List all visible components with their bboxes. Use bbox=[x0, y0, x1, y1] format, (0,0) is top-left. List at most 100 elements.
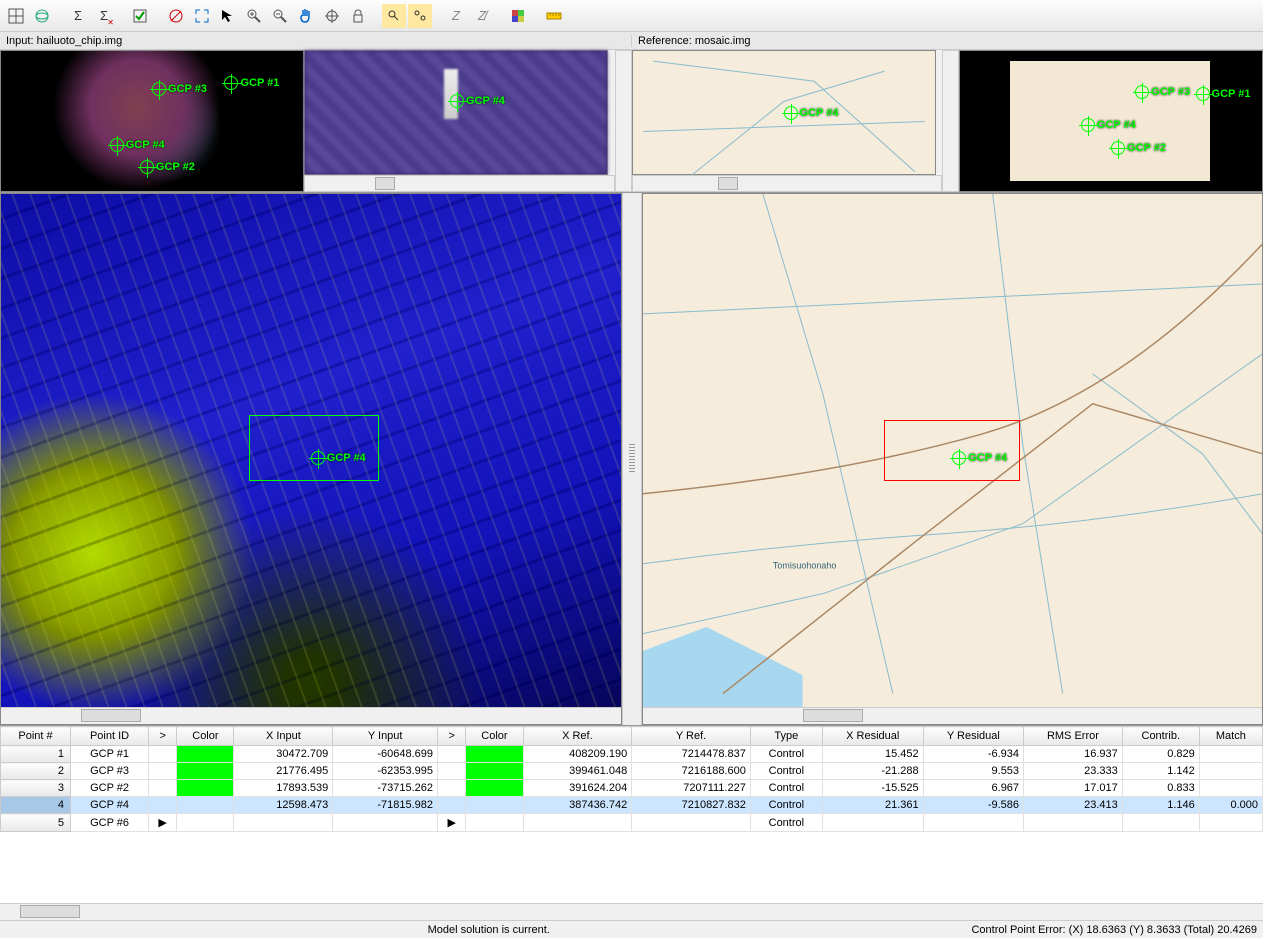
cell[interactable]: 0.000 bbox=[1199, 797, 1262, 814]
cell[interactable] bbox=[438, 797, 466, 814]
gcp-marker[interactable]: GCP #4 bbox=[450, 94, 505, 108]
input-zoom-view[interactable]: GCP #4 bbox=[304, 50, 608, 175]
cell[interactable]: Control bbox=[750, 797, 822, 814]
cell[interactable]: 2 bbox=[1, 763, 71, 780]
gcp-marker[interactable]: GCP #1 bbox=[224, 76, 279, 90]
scrollbar[interactable] bbox=[643, 707, 1263, 724]
color-cell[interactable] bbox=[466, 746, 523, 763]
cell[interactable]: 7216188.600 bbox=[632, 763, 751, 780]
cell[interactable]: Control bbox=[750, 763, 822, 780]
cell[interactable]: 1 bbox=[1, 746, 71, 763]
gcp-table[interactable]: Point #Point ID>ColorX InputY Input>Colo… bbox=[0, 726, 1263, 832]
cell[interactable]: 9.553 bbox=[923, 763, 1023, 780]
column-header[interactable]: Y Ref. bbox=[632, 727, 751, 746]
cell[interactable]: 5 bbox=[1, 814, 71, 832]
cell[interactable]: 399461.048 bbox=[523, 763, 632, 780]
tool-sigma-error-icon[interactable]: Σ✕ bbox=[92, 4, 116, 28]
input-overview[interactable]: GCP #1 GCP #3 GCP #4 GCP #2 bbox=[0, 50, 304, 192]
table-row[interactable]: 1GCP #130472.709-60648.699408209.1907214… bbox=[1, 746, 1263, 763]
cell[interactable]: 0.829 bbox=[1122, 746, 1199, 763]
column-header[interactable]: X Ref. bbox=[523, 727, 632, 746]
cell[interactable]: 1.146 bbox=[1122, 797, 1199, 814]
cell[interactable]: ▶ bbox=[438, 814, 466, 832]
column-header[interactable]: Point ID bbox=[71, 727, 149, 746]
color-cell[interactable] bbox=[177, 814, 234, 832]
cell[interactable]: 23.413 bbox=[1024, 797, 1123, 814]
cell[interactable]: 21.361 bbox=[822, 797, 923, 814]
tool-findall-icon[interactable] bbox=[408, 4, 432, 28]
cell[interactable]: 17893.539 bbox=[234, 780, 333, 797]
cell[interactable]: GCP #3 bbox=[71, 763, 149, 780]
column-header[interactable]: Color bbox=[466, 727, 523, 746]
table-row[interactable]: 3GCP #217893.539-73715.262391624.2047207… bbox=[1, 780, 1263, 797]
color-cell[interactable] bbox=[466, 814, 523, 832]
reference-main-view[interactable]: Tomisuohonaho GCP #4 bbox=[642, 193, 1263, 725]
color-cell[interactable] bbox=[466, 763, 523, 780]
cell[interactable] bbox=[234, 814, 333, 832]
column-header[interactable]: Point # bbox=[1, 727, 71, 746]
column-header[interactable]: X Residual bbox=[822, 727, 923, 746]
gcp-marker[interactable]: GCP #4 bbox=[311, 451, 366, 465]
tool-target-icon[interactable] bbox=[320, 4, 344, 28]
column-header[interactable]: Contrib. bbox=[1122, 727, 1199, 746]
column-header[interactable]: Y Residual bbox=[923, 727, 1023, 746]
scrollbar[interactable] bbox=[0, 903, 1263, 920]
reference-overview[interactable]: GCP #1GCP #3GCP #4GCP #2 bbox=[959, 50, 1263, 192]
tool-zoomin-icon[interactable] bbox=[242, 4, 266, 28]
color-cell[interactable] bbox=[466, 797, 523, 814]
column-header[interactable]: Type bbox=[750, 727, 822, 746]
cell[interactable]: 15.452 bbox=[822, 746, 923, 763]
cell[interactable] bbox=[632, 814, 751, 832]
column-header[interactable]: X Input bbox=[234, 727, 333, 746]
tool-swatch-icon[interactable] bbox=[506, 4, 530, 28]
cell[interactable] bbox=[149, 797, 177, 814]
column-header[interactable]: Color bbox=[177, 727, 234, 746]
cell[interactable]: 391624.204 bbox=[523, 780, 632, 797]
table-row[interactable]: 5GCP #6▶▶Control bbox=[1, 814, 1263, 832]
reference-zoom-view[interactable]: GCP #4 bbox=[632, 50, 936, 175]
gcp-marker[interactable]: GCP #2 bbox=[140, 160, 195, 174]
cell[interactable]: Control bbox=[750, 780, 822, 797]
tool-zoomout-icon[interactable] bbox=[268, 4, 292, 28]
cell[interactable]: -6.934 bbox=[923, 746, 1023, 763]
cell[interactable] bbox=[1122, 814, 1199, 832]
cell[interactable]: ▶ bbox=[149, 814, 177, 832]
cell[interactable]: GCP #2 bbox=[71, 780, 149, 797]
cell[interactable]: 387436.742 bbox=[523, 797, 632, 814]
cell[interactable]: -71815.982 bbox=[333, 797, 438, 814]
splitter[interactable] bbox=[622, 193, 642, 725]
gcp-marker[interactable]: GCP #3 bbox=[152, 82, 207, 96]
cell[interactable]: 17.017 bbox=[1024, 780, 1123, 797]
cell[interactable]: 16.937 bbox=[1024, 746, 1123, 763]
tool-sigma-icon[interactable]: Σ bbox=[66, 4, 90, 28]
cell[interactable]: Control bbox=[750, 746, 822, 763]
cell[interactable]: -15.525 bbox=[822, 780, 923, 797]
cell[interactable]: 23.333 bbox=[1024, 763, 1123, 780]
color-cell[interactable] bbox=[177, 780, 234, 797]
cell[interactable] bbox=[438, 746, 466, 763]
cell[interactable]: 21776.495 bbox=[234, 763, 333, 780]
gcp-marker[interactable]: GCP #4 bbox=[110, 138, 165, 152]
color-cell[interactable] bbox=[177, 763, 234, 780]
tool-lock-icon[interactable] bbox=[346, 4, 370, 28]
tool-pan-icon[interactable] bbox=[294, 4, 318, 28]
gcp-marker[interactable]: GCP #1 bbox=[1196, 87, 1251, 101]
column-header[interactable]: Y Input bbox=[333, 727, 438, 746]
scrollbar[interactable] bbox=[304, 175, 615, 192]
color-cell[interactable] bbox=[177, 746, 234, 763]
input-main-view[interactable]: GCP #4 bbox=[0, 193, 622, 725]
cell[interactable] bbox=[438, 763, 466, 780]
cell[interactable]: -9.586 bbox=[923, 797, 1023, 814]
cell[interactable]: 1.142 bbox=[1122, 763, 1199, 780]
cell[interactable] bbox=[149, 746, 177, 763]
column-header[interactable]: RMS Error bbox=[1024, 727, 1123, 746]
scrollbar[interactable] bbox=[942, 50, 959, 192]
table-row[interactable]: 4GCP #412598.473-71815.982387436.7427210… bbox=[1, 797, 1263, 814]
cell[interactable] bbox=[1199, 780, 1262, 797]
tool-z2-icon[interactable]: Z̸ bbox=[470, 4, 494, 28]
cell[interactable]: 12598.473 bbox=[234, 797, 333, 814]
cell[interactable]: 30472.709 bbox=[234, 746, 333, 763]
cell[interactable] bbox=[149, 763, 177, 780]
tool-grid-icon[interactable] bbox=[4, 4, 28, 28]
tool-arrow-icon[interactable] bbox=[216, 4, 240, 28]
